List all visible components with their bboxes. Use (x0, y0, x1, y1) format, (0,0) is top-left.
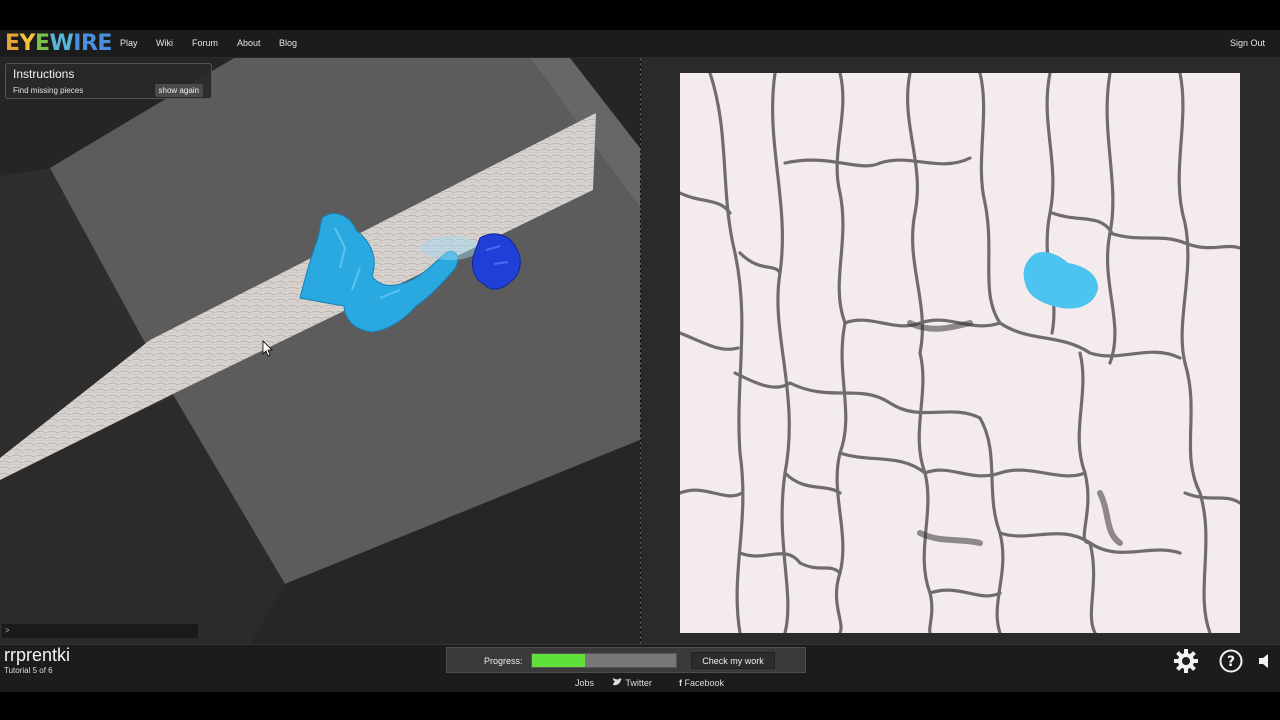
progress-bar-fill (532, 654, 586, 667)
jobs-link[interactable]: Jobs (575, 678, 594, 688)
facebook-label: Facebook (684, 678, 725, 688)
nav-play-link[interactable]: Play (120, 38, 138, 48)
show-again-button[interactable]: show again (154, 84, 203, 97)
instructions-text: Find missing pieces (13, 86, 84, 95)
logo-part-2: Y (19, 31, 36, 56)
facebook-link[interactable]: f Facebook (679, 678, 724, 688)
3d-scene (0, 58, 640, 644)
logo-part-3: E (34, 31, 50, 56)
twitter-label: Twitter (625, 678, 652, 688)
nav-blog-link[interactable]: Blog (279, 38, 297, 48)
bottom-status-bar: rrprentki Tutorial 5 of 6 Progress: Chec… (0, 644, 1280, 675)
username[interactable]: rrprentki (4, 645, 70, 666)
help-icon[interactable]: ? (1218, 648, 1244, 674)
logo-part-5: IRE (73, 31, 112, 56)
nav-about-link[interactable]: About (237, 38, 261, 48)
progress-bar (531, 653, 677, 668)
letterbox-bottom (0, 692, 1280, 720)
em-slice-image (680, 73, 1240, 633)
footer: Jobs Twitter f Facebook (0, 674, 1280, 692)
top-navbar: EYEWIRE Play Wiki Forum About Blog Sign … (0, 30, 1280, 58)
letterbox-top (0, 0, 1280, 30)
check-my-work-button[interactable]: Check my work (691, 652, 775, 669)
eyewire-logo[interactable]: EYEWIRE (5, 32, 112, 56)
em-slice-2d-view[interactable] (680, 73, 1240, 633)
instructions-title: Instructions (13, 67, 75, 81)
nav-forum-link[interactable]: Forum (192, 38, 218, 48)
nav-wiki-link[interactable]: Wiki (156, 38, 173, 48)
logo-part-4: W (49, 31, 74, 56)
progress-label: Progress: (484, 656, 523, 666)
gear-icon[interactable] (1173, 648, 1199, 674)
instructions-panel: Instructions Find missing pieces show ag… (5, 63, 212, 99)
chat-console-input[interactable]: > (2, 624, 198, 638)
svg-text:?: ? (1227, 654, 1235, 670)
logo-part-1: E (5, 31, 20, 56)
progress-panel: Progress: Check my work (446, 647, 806, 673)
speaker-icon[interactable] (1255, 648, 1273, 674)
twitter-link[interactable]: Twitter (612, 678, 652, 688)
3d-viewport[interactable] (0, 58, 640, 644)
sign-out-link[interactable]: Sign Out (1230, 38, 1265, 48)
twitter-icon (613, 678, 623, 686)
facebook-icon: f (679, 678, 682, 688)
